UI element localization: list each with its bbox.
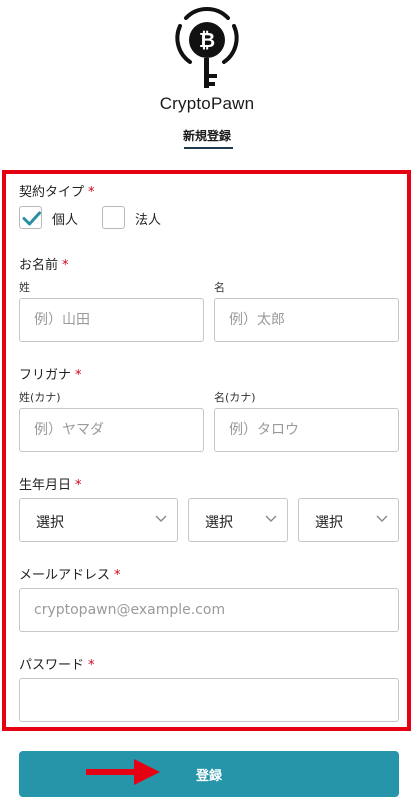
option-individual-label: 個人 [52, 213, 79, 228]
first-kana-input[interactable] [214, 408, 399, 452]
birth-month-value: 選択 [205, 515, 233, 531]
red-arrow-right-icon [86, 759, 160, 785]
svg-text:₿: ₿ [199, 28, 215, 52]
checkbox-individual[interactable] [19, 206, 42, 229]
first-kana-sublabel: 名(カナ) [214, 391, 256, 404]
register-button[interactable]: 登録 [19, 751, 399, 797]
checkmark-icon [22, 211, 41, 226]
birth-year-value: 選択 [36, 515, 64, 531]
tab-register[interactable]: 新規登録 [0, 127, 414, 144]
password-input[interactable] [19, 678, 399, 722]
birthdate-label: 生年月日 * [19, 478, 82, 493]
checkbox-corporate[interactable] [102, 206, 125, 229]
bitcoin-key-logo: ₿ [175, 7, 239, 88]
email-label: メールアドレス * [19, 568, 121, 583]
email-input[interactable] [19, 588, 399, 632]
chevron-down-icon [376, 515, 388, 522]
furigana-label: フリガナ * [19, 368, 82, 383]
first-name-input[interactable] [214, 298, 399, 342]
last-kana-sublabel: 姓(カナ) [19, 391, 61, 404]
register-button-label: 登録 [195, 769, 222, 784]
first-name-sublabel: 名 [214, 281, 225, 294]
tab-active-indicator [184, 147, 233, 149]
last-name-sublabel: 姓 [19, 281, 30, 294]
birth-year-select[interactable]: 選択 [19, 498, 178, 542]
birth-day-select[interactable]: 選択 [298, 498, 399, 542]
chevron-down-icon [155, 515, 167, 522]
name-label: お名前 * [19, 258, 69, 273]
password-label: パスワード * [19, 658, 95, 673]
last-kana-input[interactable] [19, 408, 204, 452]
chevron-down-icon [265, 515, 277, 522]
last-name-input[interactable] [19, 298, 204, 342]
birth-day-value: 選択 [315, 515, 343, 531]
brand-name: CryptoPawn [159, 94, 255, 113]
app-header: ₿ CryptoPawn 新規登録 [0, 0, 414, 160]
birth-month-select[interactable]: 選択 [188, 498, 288, 542]
option-corporate-label: 法人 [135, 213, 162, 228]
contract-type-label: 契約タイプ * [19, 185, 95, 200]
